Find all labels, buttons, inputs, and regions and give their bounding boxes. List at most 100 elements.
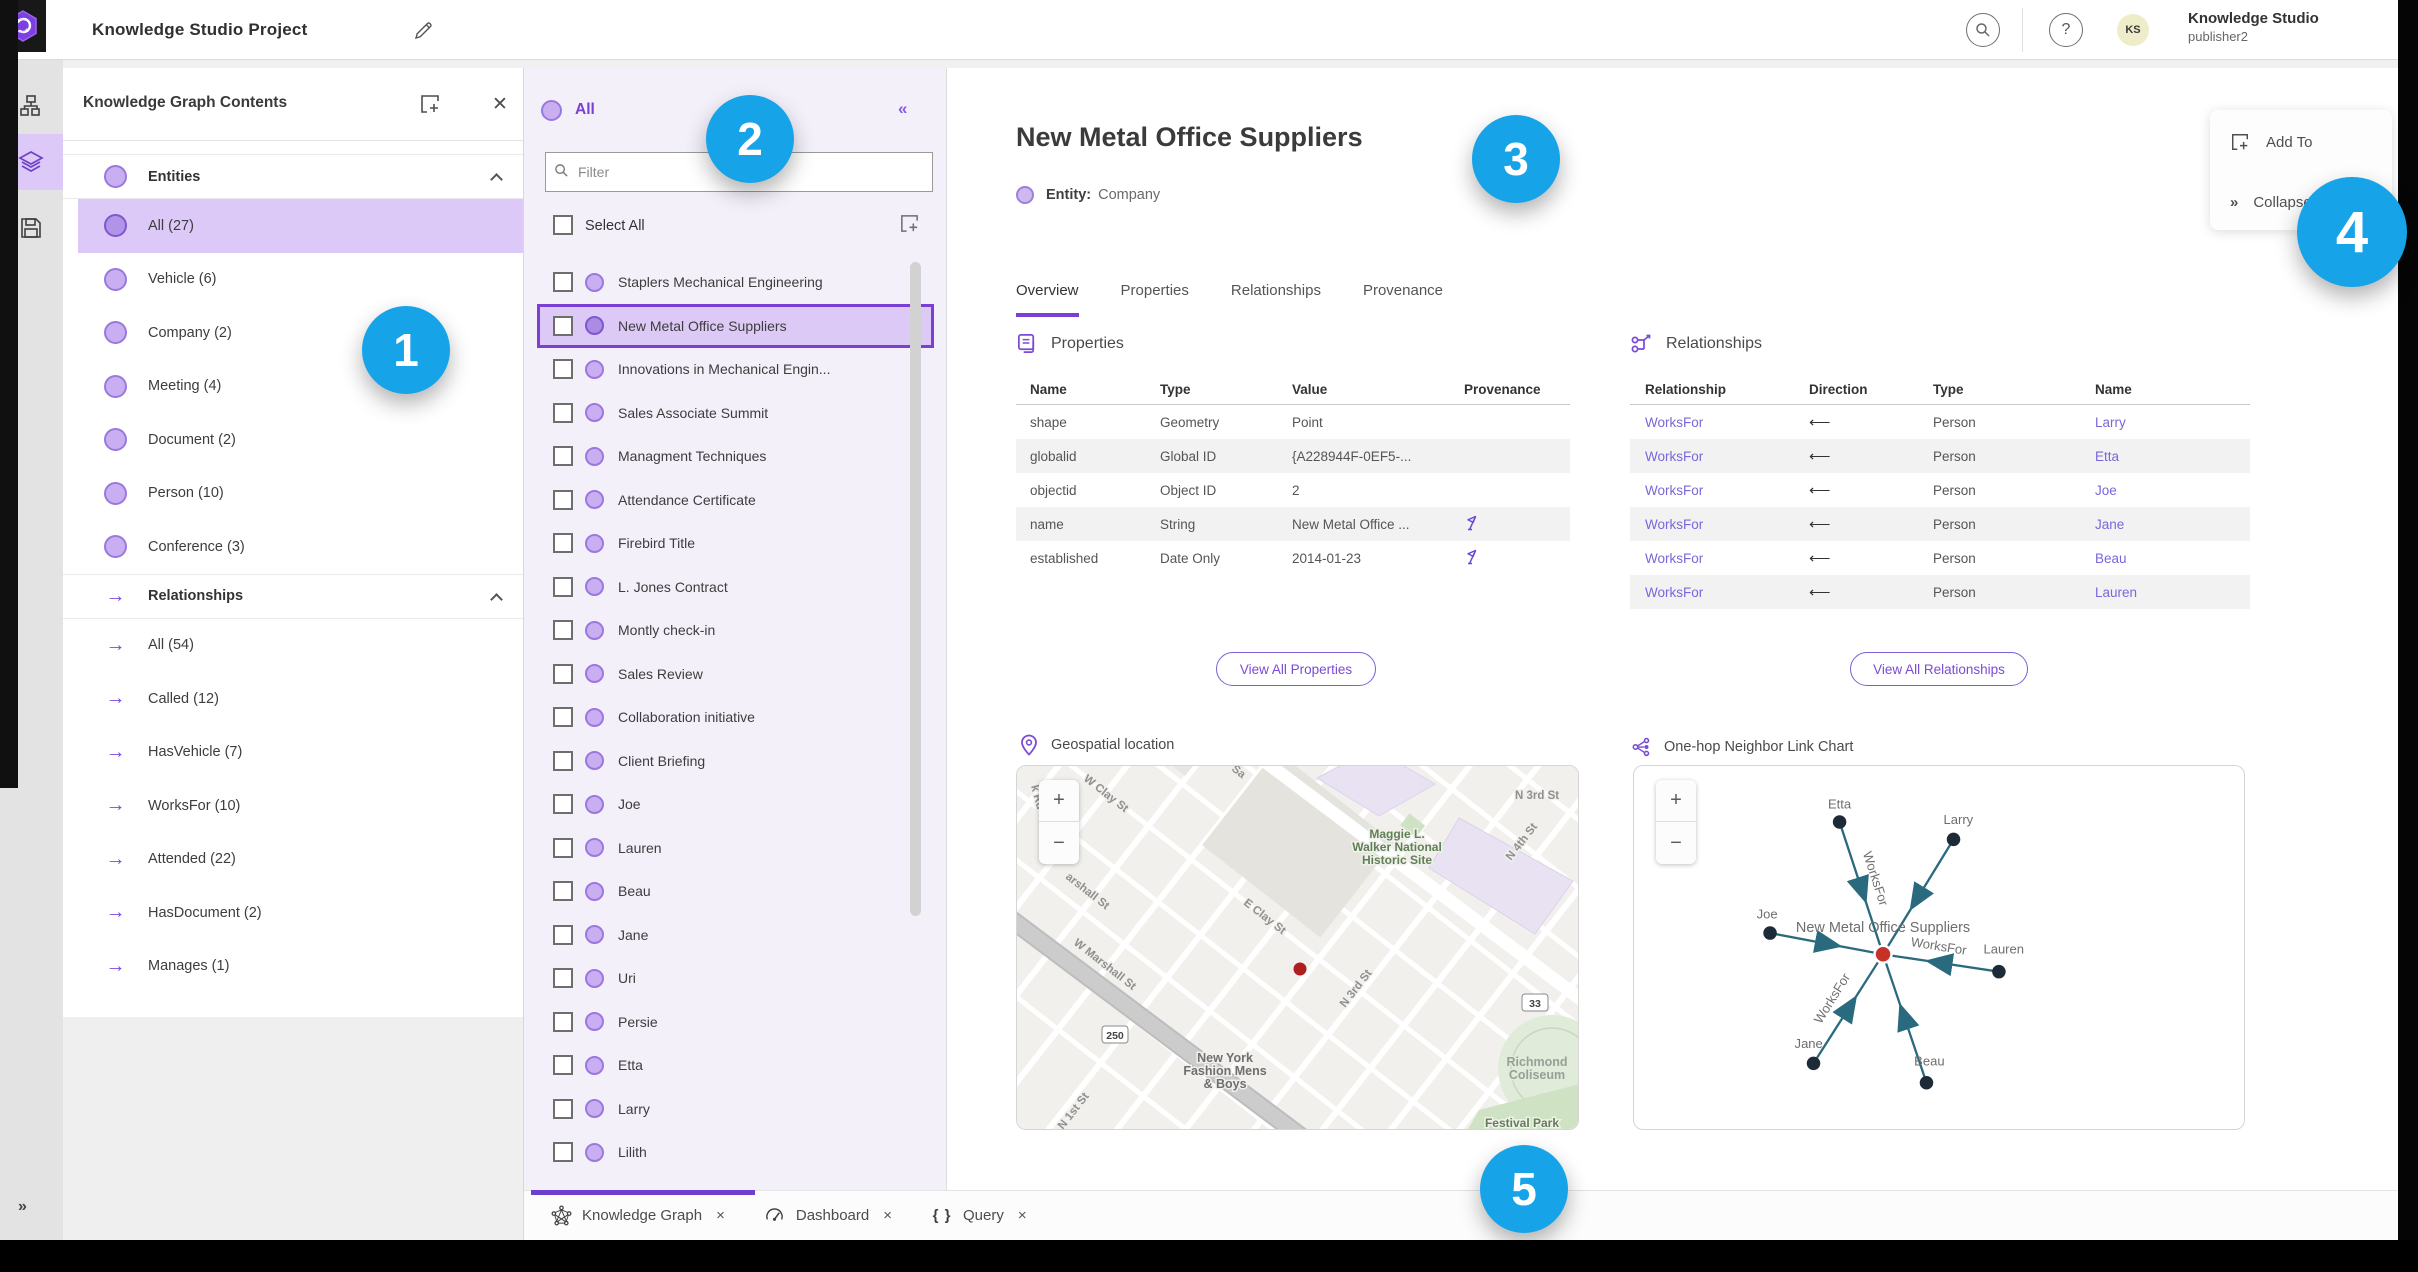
select-all-checkbox[interactable] bbox=[553, 215, 573, 235]
table-row[interactable]: WorksFor ⟵ Person Etta bbox=[1630, 439, 2250, 473]
item-checkbox[interactable] bbox=[553, 446, 573, 467]
tab-close-icon[interactable]: × bbox=[883, 1207, 892, 1224]
list-item[interactable]: Joe bbox=[524, 783, 947, 827]
table-row[interactable]: WorksFor ⟵ Person Beau bbox=[1630, 541, 2250, 575]
node-center-new-metal-office-suppliers[interactable] bbox=[1875, 947, 1891, 962]
list-item[interactable]: Larry bbox=[524, 1087, 947, 1131]
table-row[interactable]: globalid Global ID {A228944F-0EF5-... bbox=[1016, 439, 1570, 473]
list-item[interactable]: Persie bbox=[524, 1000, 947, 1044]
data-model-icon[interactable] bbox=[17, 92, 45, 120]
related-name-link[interactable]: Larry bbox=[2080, 415, 2250, 430]
map-zoom-out-button[interactable]: − bbox=[1039, 822, 1079, 864]
relationship-link[interactable]: WorksFor bbox=[1630, 415, 1794, 430]
item-checkbox[interactable] bbox=[553, 707, 573, 728]
list-item[interactable]: Uri bbox=[524, 957, 947, 1001]
list-item[interactable]: Jane bbox=[524, 913, 947, 957]
map-panel[interactable]: k Rd W Clay St Sa N 3rd St Maggie L. Walker N… bbox=[1016, 765, 1579, 1130]
table-row[interactable]: objectid Object ID 2 bbox=[1016, 473, 1570, 507]
provenance-flag-icon[interactable] bbox=[1464, 514, 1480, 531]
relationship-link[interactable]: WorksFor bbox=[1630, 483, 1794, 498]
bottom-tab-knowledge-graph[interactable]: Knowledge Graph × bbox=[537, 1191, 751, 1240]
table-row[interactable]: name String New Metal Office ... bbox=[1016, 507, 1570, 541]
node-larry[interactable] bbox=[1946, 832, 1961, 847]
item-checkbox[interactable] bbox=[553, 489, 573, 510]
collapse-list-icon[interactable]: « bbox=[898, 99, 907, 119]
item-checkbox[interactable] bbox=[553, 315, 573, 336]
item-checkbox[interactable] bbox=[553, 1142, 573, 1163]
sidebar-item-person[interactable]: Person (10) bbox=[78, 467, 523, 521]
add-selected-icon[interactable] bbox=[899, 213, 921, 235]
related-name-link[interactable]: Jane bbox=[2080, 517, 2250, 532]
item-checkbox[interactable] bbox=[553, 663, 573, 684]
list-item[interactable]: Client Briefing bbox=[524, 739, 947, 783]
close-panel-icon[interactable]: ✕ bbox=[488, 92, 512, 116]
list-item[interactable]: Firebird Title bbox=[524, 522, 947, 566]
list-item[interactable]: Sales Associate Summit bbox=[524, 391, 947, 435]
item-checkbox[interactable] bbox=[553, 750, 573, 771]
section-header-relationships[interactable]: → Relationships bbox=[63, 573, 523, 619]
list-item[interactable]: Lauren bbox=[524, 826, 947, 870]
item-checkbox[interactable] bbox=[553, 881, 573, 902]
tab-overview[interactable]: Overview bbox=[1016, 282, 1079, 317]
relationship-link[interactable]: WorksFor bbox=[1630, 449, 1794, 464]
bottom-tab-dashboard[interactable]: Dashboard × bbox=[751, 1191, 918, 1240]
tab-provenance[interactable]: Provenance bbox=[1363, 282, 1443, 317]
tab-relationships[interactable]: Relationships bbox=[1231, 282, 1321, 317]
table-row[interactable]: WorksFor ⟵ Person Joe bbox=[1630, 473, 2250, 507]
item-checkbox[interactable] bbox=[553, 837, 573, 858]
list-item[interactable]: L. Jones Contract bbox=[524, 565, 947, 609]
item-checkbox[interactable] bbox=[553, 402, 573, 423]
list-item[interactable]: Beau bbox=[524, 870, 947, 914]
help-button[interactable]: ? bbox=[2049, 13, 2083, 47]
tab-close-icon[interactable]: × bbox=[716, 1207, 725, 1224]
sidebar-item-document[interactable]: Document (2) bbox=[78, 413, 523, 467]
node-beau[interactable] bbox=[1919, 1075, 1934, 1090]
save-icon[interactable] bbox=[17, 214, 45, 242]
table-row[interactable]: shape Geometry Point bbox=[1016, 405, 1570, 439]
map-canvas[interactable]: k Rd W Clay StSaN 3rd StMaggie L. Walker N… bbox=[1017, 766, 1579, 1130]
node-jane[interactable] bbox=[1806, 1056, 1821, 1071]
list-item[interactable]: Lilith bbox=[524, 1131, 947, 1175]
item-checkbox[interactable] bbox=[553, 1098, 573, 1119]
node-lauren[interactable] bbox=[1992, 964, 2006, 979]
chart-zoom-in-button[interactable]: + bbox=[1656, 780, 1696, 822]
edge-worksfor-lauren[interactable] bbox=[1892, 953, 2000, 977]
list-item[interactable]: Etta bbox=[524, 1044, 947, 1088]
sidebar-item-worksfor[interactable]: → WorksFor (10) bbox=[78, 779, 523, 833]
edit-title-icon[interactable] bbox=[410, 17, 436, 43]
chevron-up-icon[interactable] bbox=[490, 173, 503, 186]
bottom-tab-query[interactable]: { } Query × bbox=[918, 1191, 1053, 1240]
list-item[interactable]: New Metal Office Suppliers bbox=[537, 304, 934, 348]
relationship-link[interactable]: WorksFor bbox=[1630, 551, 1794, 566]
sidebar-item-company[interactable]: Company (2) bbox=[78, 306, 523, 360]
node-etta[interactable] bbox=[1832, 815, 1847, 829]
node-joe[interactable] bbox=[1763, 926, 1777, 940]
sidebar-item-hasvehicle[interactable]: → HasVehicle (7) bbox=[78, 726, 523, 780]
link-chart-canvas[interactable]: Etta Larry Joe Lauren Jane Beau New Metal Offi… bbox=[1634, 766, 2245, 1130]
sidebar-item-all[interactable]: All (27) bbox=[78, 199, 523, 253]
list-item[interactable]: Managment Techniques bbox=[524, 435, 947, 479]
list-item[interactable]: Sales Review bbox=[524, 652, 947, 696]
table-row[interactable]: WorksFor ⟵ Person Larry bbox=[1630, 405, 2250, 439]
related-name-link[interactable]: Beau bbox=[2080, 551, 2250, 566]
chevron-up-icon[interactable] bbox=[490, 592, 503, 606]
item-checkbox[interactable] bbox=[553, 968, 573, 989]
sidebar-item-meeting[interactable]: Meeting (4) bbox=[78, 360, 523, 414]
table-row[interactable]: established Date Only 2014-01-23 bbox=[1016, 541, 1570, 575]
sidebar-item-hasdocument[interactable]: → HasDocument (2) bbox=[78, 886, 523, 940]
sidebar-item-attended[interactable]: → Attended (22) bbox=[78, 833, 523, 887]
relationship-link[interactable]: WorksFor bbox=[1630, 585, 1794, 600]
tab-close-icon[interactable]: × bbox=[1018, 1207, 1027, 1224]
list-item[interactable]: Collaboration initiative bbox=[524, 696, 947, 740]
item-checkbox[interactable] bbox=[553, 1011, 573, 1032]
list-item[interactable]: Montly check-in bbox=[524, 609, 947, 653]
expand-rail-icon[interactable]: » bbox=[18, 1198, 27, 1216]
related-name-link[interactable]: Joe bbox=[2080, 483, 2250, 498]
list-item[interactable]: Staplers Mechanical Engineering bbox=[524, 261, 947, 305]
section-header-entities[interactable]: Entities bbox=[63, 154, 523, 199]
related-name-link[interactable]: Etta bbox=[2080, 449, 2250, 464]
item-checkbox[interactable] bbox=[553, 794, 573, 815]
add-to-new-icon[interactable] bbox=[419, 93, 443, 117]
item-checkbox[interactable] bbox=[553, 924, 573, 945]
item-checkbox[interactable] bbox=[553, 272, 573, 293]
